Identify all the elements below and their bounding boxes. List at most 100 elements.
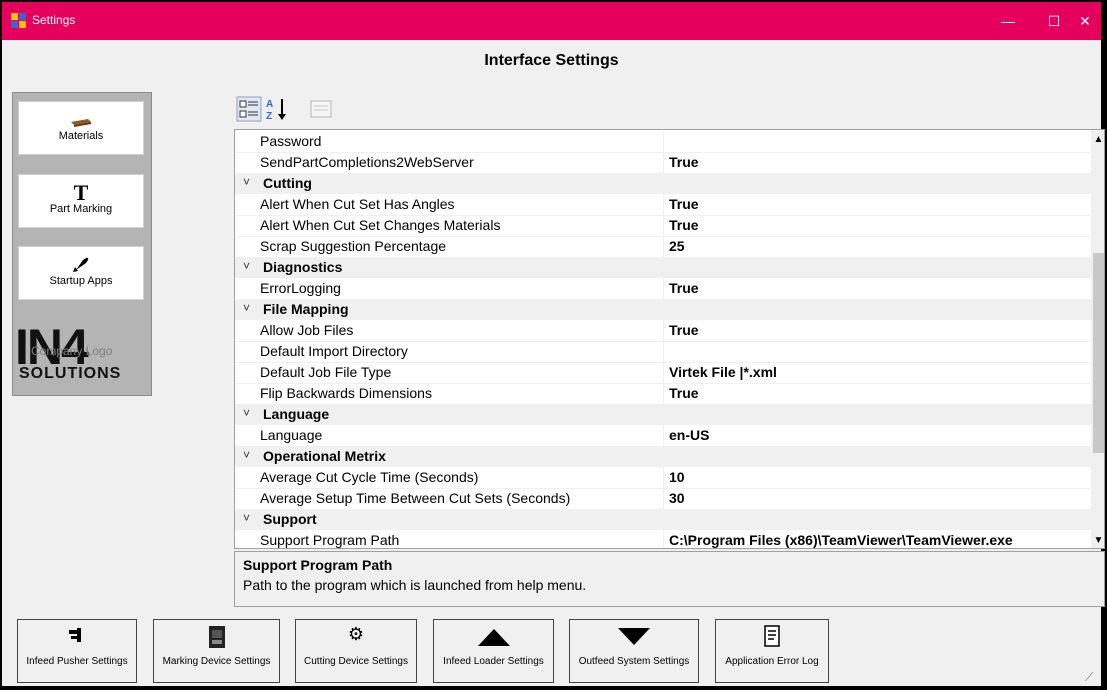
column-divider[interactable] (663, 425, 664, 446)
vertical-scrollbar[interactable]: ▲ ▼ (1091, 130, 1104, 548)
collapse-chevron-icon[interactable]: ˅ (243, 175, 250, 189)
column-divider[interactable] (663, 341, 664, 362)
column-divider[interactable] (663, 152, 664, 173)
marking-device-settings-button[interactable]: Marking Device Settings (153, 619, 280, 683)
property-name: Default Import Directory (260, 343, 408, 359)
property-value[interactable]: True (669, 217, 699, 233)
property-row[interactable]: SendPartCompletions2WebServer True (235, 152, 1091, 174)
property-name: Language (260, 427, 323, 443)
property-row[interactable]: Language en-US (235, 425, 1091, 447)
collapse-chevron-icon[interactable]: ˅ (243, 448, 250, 462)
pusher-icon (18, 624, 136, 656)
minimize-button[interactable]: — (985, 2, 1031, 40)
nav-materials-button[interactable]: Materials (18, 101, 144, 155)
svg-text:A: A (266, 99, 273, 110)
property-value[interactable]: en-US (669, 427, 709, 443)
property-row[interactable]: Alert When Cut Set Has Angles True (235, 194, 1091, 216)
scroll-up-icon[interactable]: ▲ (1091, 132, 1104, 147)
column-divider[interactable] (663, 236, 664, 257)
logo-sub-text: SOLUTIONS (19, 365, 122, 382)
property-row[interactable]: Average Cut Cycle Time (Seconds) 10 (235, 467, 1091, 489)
property-row[interactable]: Password (235, 131, 1091, 153)
property-grid-toolbar: A Z (234, 92, 434, 128)
title-bar[interactable]: Settings — ☐ ✕ (2, 2, 1101, 40)
infeed-loader-settings-button[interactable]: Infeed Loader Settings (433, 619, 554, 683)
collapse-chevron-icon[interactable]: ˅ (243, 406, 250, 420)
property-row[interactable]: Flip Backwards Dimensions True (235, 383, 1091, 405)
property-value[interactable]: True (669, 154, 699, 170)
close-button[interactable]: ✕ (1062, 2, 1107, 40)
scroll-thumb[interactable] (1093, 253, 1104, 453)
column-divider[interactable] (663, 278, 664, 299)
nav-part-marking-button[interactable]: T Part Marking (18, 174, 144, 228)
resize-grip-icon[interactable]: ⟋ (1085, 670, 1093, 685)
column-divider[interactable] (663, 383, 664, 404)
property-value[interactable]: True (669, 322, 699, 338)
property-value[interactable]: 25 (669, 238, 685, 254)
sort-alphabetical-icon[interactable]: A Z (264, 96, 290, 122)
cutting-device-settings-button[interactable]: ⚙ Cutting Device Settings (295, 619, 417, 683)
property-row[interactable]: Allow Job Files True (235, 320, 1091, 342)
property-name: ErrorLogging (260, 280, 341, 296)
category-row[interactable]: ˅ Language (235, 404, 1091, 425)
gear-icon: ⚙ (347, 624, 365, 644)
property-value[interactable]: C:\Program Files (x86)\TeamViewer\TeamVi… (669, 532, 1013, 548)
category-label: Cutting (263, 175, 312, 191)
property-row[interactable]: ErrorLogging True (235, 278, 1091, 300)
property-row[interactable]: Default Job File Type Virtek File |*.xml (235, 362, 1091, 384)
outfeed-system-settings-button[interactable]: Outfeed System Settings (569, 619, 699, 683)
column-divider[interactable] (663, 131, 664, 152)
category-row[interactable]: ˅ Diagnostics (235, 257, 1091, 278)
property-row[interactable]: Average Setup Time Between Cut Sets (Sec… (235, 488, 1091, 510)
nav-startup-apps-button[interactable]: Startup Apps (18, 246, 144, 300)
property-row[interactable]: Scrap Suggestion Percentage 25 (235, 236, 1091, 258)
property-row[interactable]: Support Program Path C:\Program Files (x8… (235, 530, 1091, 548)
column-divider[interactable] (663, 467, 664, 488)
nav-label: Materials (58, 130, 104, 142)
triangle-up-icon (434, 624, 553, 656)
property-name: Average Cut Cycle Time (Seconds) (260, 469, 479, 485)
property-pages-icon[interactable] (308, 96, 334, 122)
property-value[interactable]: 30 (669, 490, 685, 506)
scroll-down-icon[interactable]: ▼ (1091, 533, 1104, 548)
description-title: Support Program Path (243, 557, 393, 573)
property-name: Alert When Cut Set Changes Materials (260, 217, 501, 233)
category-row[interactable]: ˅ File Mapping (235, 299, 1091, 320)
category-label: Diagnostics (263, 259, 343, 275)
column-divider[interactable] (663, 320, 664, 341)
collapse-chevron-icon[interactable]: ˅ (243, 301, 250, 315)
column-divider[interactable] (663, 530, 664, 548)
category-row[interactable]: ˅ Cutting (235, 173, 1091, 194)
property-row[interactable]: Default Import Directory (235, 341, 1091, 363)
collapse-chevron-icon[interactable]: ˅ (243, 511, 250, 525)
settings-window: Settings — ☐ ✕ Interface Settings Materi… (0, 0, 1105, 688)
property-value[interactable]: True (669, 280, 699, 296)
property-row[interactable]: Alert When Cut Set Changes Materials True (235, 215, 1091, 237)
collapse-chevron-icon[interactable]: ˅ (243, 259, 250, 273)
category-row[interactable]: ˅ Support (235, 509, 1091, 530)
category-row[interactable]: ˅ Operational Metrix (235, 446, 1091, 467)
triangle-down-icon (570, 624, 698, 656)
property-value[interactable]: Virtek File |*.xml (669, 364, 777, 380)
property-value[interactable]: True (669, 196, 699, 212)
application-error-log-button[interactable]: Application Error Log (715, 619, 829, 683)
property-grid[interactable]: Password SendPartCompletions2WebServer Tru… (234, 129, 1105, 549)
property-value[interactable]: 10 (669, 469, 685, 485)
button-label: Infeed Loader Settings (443, 656, 544, 667)
description-panel: Support Program Path Path to the program… (234, 551, 1105, 607)
button-label: Cutting Device Settings (304, 656, 408, 667)
column-divider[interactable] (663, 362, 664, 383)
column-divider[interactable] (663, 488, 664, 509)
description-text: Path to the program which is launched fr… (243, 577, 587, 593)
category-label: File Mapping (263, 301, 349, 317)
column-divider[interactable] (663, 194, 664, 215)
page-title: Interface Settings (484, 52, 619, 69)
svg-text:Z: Z (266, 111, 272, 122)
property-name: Default Job File Type (260, 364, 392, 380)
infeed-pusher-settings-button[interactable]: Infeed Pusher Settings (17, 619, 137, 683)
column-divider[interactable] (663, 215, 664, 236)
category-label: Language (263, 406, 330, 422)
property-value[interactable]: True (669, 385, 699, 401)
categorized-icon[interactable] (236, 96, 262, 122)
company-logo: IN4 Company Logo SOLUTIONS (15, 321, 149, 383)
